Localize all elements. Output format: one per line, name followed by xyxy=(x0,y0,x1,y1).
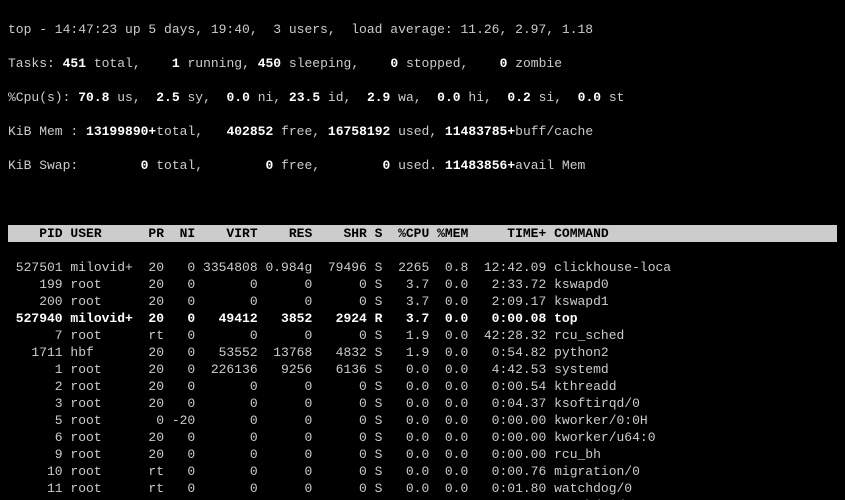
swap-total: 0 xyxy=(133,158,156,173)
cpu-si: 0.2 xyxy=(500,90,539,105)
tasks-running: 1 xyxy=(156,56,187,71)
cpu-hi: 0.0 xyxy=(429,90,468,105)
mem-total: 13199890+ xyxy=(78,124,156,139)
cpu-wa: 2.9 xyxy=(359,90,398,105)
tasks-total: 451 xyxy=(55,56,94,71)
process-row[interactable]: 199 root 20 0 0 0 0 S 3.7 0.0 2:33.72 ks… xyxy=(8,276,837,293)
mem-buff: 11483785+ xyxy=(437,124,515,139)
process-row[interactable]: 527501 milovid+ 20 0 3354808 0.984g 7949… xyxy=(8,259,837,276)
process-row[interactable]: 7 root rt 0 0 0 0 S 1.9 0.0 42:28.32 rcu… xyxy=(8,327,837,344)
swap-free: 0 xyxy=(258,158,281,173)
process-row[interactable]: 9 root 20 0 0 0 0 S 0.0 0.0 0:00.00 rcu_… xyxy=(8,446,837,463)
process-table-header[interactable]: PID USER PR NI VIRT RES SHR S %CPU %MEM … xyxy=(8,225,837,242)
process-row[interactable]: 1711 hbf 20 0 53552 13768 4832 S 1.9 0.0… xyxy=(8,344,837,361)
swap-label: KiB Swap: xyxy=(8,158,133,173)
summary-line-mem: KiB Mem : 13199890+total, 402852 free, 1… xyxy=(8,123,837,140)
blank-line xyxy=(8,191,837,208)
terminal[interactable]: top - 14:47:23 up 5 days, 19:40, 3 users… xyxy=(0,0,845,500)
cpu-ni: 0.0 xyxy=(219,90,258,105)
cpu-st: 0.0 xyxy=(570,90,609,105)
process-row[interactable]: 11 root rt 0 0 0 0 S 0.0 0.0 0:01.80 wat… xyxy=(8,480,837,497)
summary-line-swap: KiB Swap: 0 total, 0 free, 0 used. 11483… xyxy=(8,157,837,174)
swap-used: 0 xyxy=(375,158,398,173)
process-row[interactable]: 6 root 20 0 0 0 0 S 0.0 0.0 0:00.00 kwor… xyxy=(8,429,837,446)
summary-line-tasks: Tasks: 451 total, 1 running, 450 sleepin… xyxy=(8,55,837,72)
summary-line-uptime: top - 14:47:23 up 5 days, 19:40, 3 users… xyxy=(8,21,837,38)
process-row[interactable]: 2 root 20 0 0 0 0 S 0.0 0.0 0:00.54 kthr… xyxy=(8,378,837,395)
tasks-stopped: 0 xyxy=(375,56,406,71)
mem-used: 16758192 xyxy=(320,124,398,139)
cpu-label: %Cpu(s): xyxy=(8,90,70,105)
mem-label: KiB Mem : xyxy=(8,124,78,139)
summary-line-cpu: %Cpu(s): 70.8 us, 2.5 sy, 0.0 ni, 23.5 i… xyxy=(8,89,837,106)
process-row[interactable]: 527940 milovid+ 20 0 49412 3852 2924 R 3… xyxy=(8,310,837,327)
process-row[interactable]: 10 root rt 0 0 0 0 S 0.0 0.0 0:00.76 mig… xyxy=(8,463,837,480)
tasks-label: Tasks: xyxy=(8,56,55,71)
process-row[interactable]: 3 root 20 0 0 0 0 S 0.0 0.0 0:04.37 ksof… xyxy=(8,395,837,412)
cpu-sy: 2.5 xyxy=(148,90,187,105)
process-row[interactable]: 5 root 0 -20 0 0 0 S 0.0 0.0 0:00.00 kwo… xyxy=(8,412,837,429)
mem-free: 402852 xyxy=(219,124,281,139)
process-row[interactable]: 200 root 20 0 0 0 0 S 3.7 0.0 2:09.17 ks… xyxy=(8,293,837,310)
tasks-sleeping: 450 xyxy=(250,56,289,71)
process-row[interactable]: 1 root 20 0 226136 9256 6136 S 0.0 0.0 4… xyxy=(8,361,837,378)
process-table-body: 527501 milovid+ 20 0 3354808 0.984g 7949… xyxy=(8,259,837,500)
tasks-zombie: 0 xyxy=(484,56,515,71)
cpu-id: 23.5 xyxy=(281,90,328,105)
swap-avail: 11483856+ xyxy=(437,158,515,173)
cpu-us: 70.8 xyxy=(70,90,117,105)
